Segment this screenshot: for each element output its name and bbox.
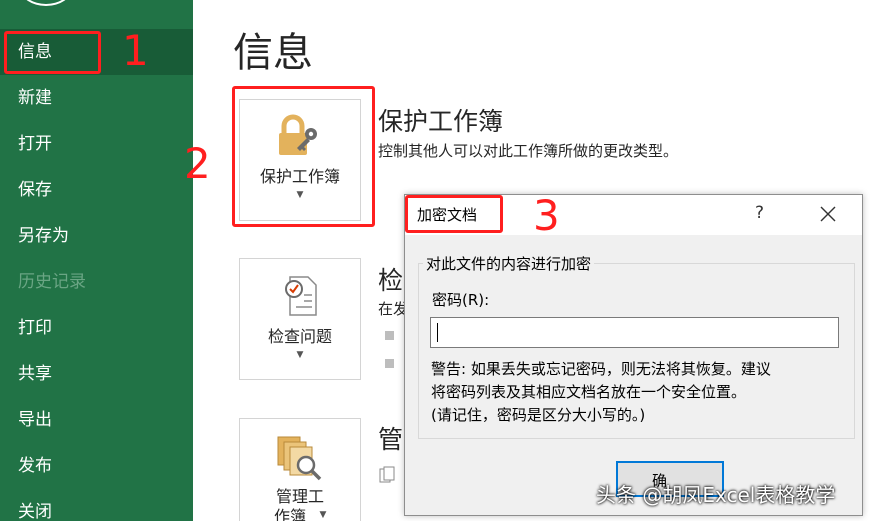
chevron-down-icon: ▼	[319, 510, 327, 520]
protect-section-description: 控制其他人可以对此工作簿所做的更改类型。	[378, 142, 679, 160]
encrypt-document-dialog: 加密文档 ? 对此文件的内容进行加密 密码(R): 警告: 如果丢失或忘记密码，…	[404, 194, 863, 516]
bullet-icon	[385, 359, 394, 368]
check-issues-button[interactable]: 检查问题 ▼	[239, 258, 361, 380]
annotation-number-1: 1	[122, 26, 149, 75]
sidebar-item-close[interactable]: 关闭	[0, 489, 193, 521]
document-icon	[379, 466, 395, 483]
page-title: 信息	[233, 30, 313, 76]
sidebar-item-export[interactable]: 导出	[0, 397, 193, 443]
sidebar-item-share[interactable]: 共享	[0, 351, 193, 397]
dialog-title: 加密文档	[417, 206, 478, 224]
sidebar-item-new[interactable]: 新建	[0, 75, 193, 121]
chevron-down-icon: ▼	[296, 190, 304, 200]
help-button[interactable]: ?	[755, 203, 764, 223]
sidebar-item-publish[interactable]: 发布	[0, 443, 193, 489]
back-button[interactable]	[20, 0, 72, 6]
password-label: 密码(R):	[432, 291, 490, 309]
warning-line-1: 警告: 如果丢失或忘记密码，则无法将其恢复。建议	[431, 360, 771, 378]
text-cursor	[437, 323, 438, 342]
warning-line-3: (请记住，密码是区分大小写的。)	[431, 406, 646, 424]
inspect-section-title: 检	[378, 266, 404, 295]
protect-section-title: 保护工作簿	[378, 107, 504, 136]
manage-workbook-button[interactable]: 管理工 作簿 ▼	[239, 418, 361, 521]
check-issues-label: 检查问题	[267, 327, 332, 346]
sidebar-item-info[interactable]: 信息	[0, 29, 193, 75]
warning-line-2: 将密码列表及其相应文档名放在一个安全位置。	[431, 383, 747, 401]
close-icon[interactable]	[819, 205, 837, 223]
dialog-titlebar: 加密文档 ?	[405, 195, 862, 235]
sidebar-item-history: 历史记录	[18, 272, 86, 292]
sidebar-item-save-as[interactable]: 另存为	[0, 213, 193, 259]
protect-workbook-button[interactable]: 保护工作簿 ▼	[239, 99, 361, 221]
bullet-icon	[385, 331, 394, 340]
protect-workbook-label: 保护工作簿	[259, 167, 340, 186]
manage-section-title: 管	[378, 425, 404, 454]
sidebar-item-print[interactable]: 打印	[0, 305, 193, 351]
chevron-down-icon: ▼	[296, 350, 304, 360]
annotation-number-3: 3	[533, 191, 560, 240]
watermark-text: 头条 @胡凤Excel表格教学	[596, 483, 836, 507]
sidebar-item-open[interactable]: 打开	[0, 121, 193, 167]
backstage-sidebar: 信息 新建 打开 保存 另存为 历史记录 打印 共享 导出 发布 关闭	[0, 0, 193, 521]
encrypt-group-label: 对此文件的内容进行加密	[423, 253, 595, 274]
inspect-document-icon	[285, 276, 317, 316]
manage-workbook-label-line2: 作簿	[274, 507, 307, 521]
password-input[interactable]	[430, 317, 839, 348]
sidebar-item-save[interactable]: 保存	[0, 167, 193, 213]
annotation-number-2: 2	[184, 139, 211, 188]
manage-versions-icon	[277, 436, 322, 481]
lock-key-icon	[279, 114, 317, 155]
